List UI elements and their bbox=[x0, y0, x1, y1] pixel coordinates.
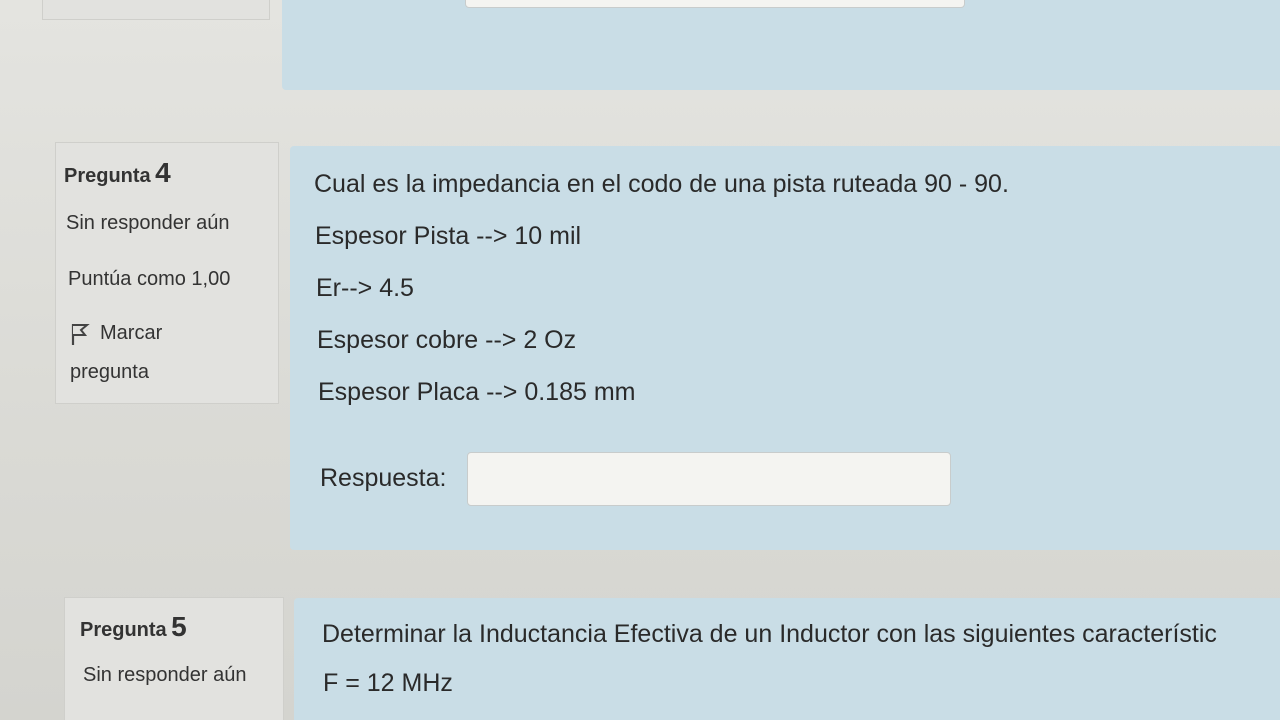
question-line-er: Er--> 4.5 bbox=[316, 274, 414, 302]
question-number-value: 4 bbox=[155, 157, 171, 188]
question-line-trace-thickness: Espesor Pista --> 10 mil bbox=[315, 222, 582, 250]
question-grade: Puntúa como 1,00 bbox=[68, 268, 231, 290]
question-line-copper-thickness: Espesor cobre --> 2 Oz bbox=[317, 326, 577, 354]
quiz-page: Pregunta 4 Sin responder aún Puntúa como… bbox=[0, 0, 1280, 720]
answer-label: Respuesta: bbox=[320, 464, 447, 492]
question-line-frequency: F = 12 MHz bbox=[323, 669, 453, 697]
question-5-content: Determinar la Inductancia Efectiva de un… bbox=[294, 598, 1280, 720]
flag-label-line-2[interactable]: pregunta bbox=[70, 361, 149, 384]
question-line-board-thickness: Espesor Placa --> 0.185 mm bbox=[318, 378, 636, 406]
question-number: Pregunta 4 bbox=[64, 157, 171, 189]
question-text: Determinar la Inductancia Efectiva de un… bbox=[322, 620, 1217, 648]
question-label: Pregunta bbox=[64, 165, 151, 187]
flag-question-button[interactable]: Marcar bbox=[70, 322, 270, 345]
question-state: Sin responder aún bbox=[66, 212, 230, 234]
previous-question-info bbox=[42, 0, 270, 20]
flag-icon bbox=[70, 322, 90, 345]
previous-answer-input[interactable] bbox=[465, 0, 965, 8]
question-text: Cual es la impedancia en el codo de una … bbox=[314, 170, 1009, 198]
question-number-value: 5 bbox=[171, 611, 187, 642]
previous-question-content bbox=[282, 0, 1280, 90]
flag-label-line-1: Marcar bbox=[100, 322, 163, 344]
question-4-info: Pregunta 4 Sin responder aún Puntúa como… bbox=[55, 142, 279, 404]
question-4-content: Cual es la impedancia en el codo de una … bbox=[290, 146, 1280, 550]
question-state: Sin responder aún bbox=[83, 664, 247, 686]
question-number: Pregunta 5 bbox=[80, 611, 187, 643]
answer-input[interactable] bbox=[467, 452, 951, 506]
question-label: Pregunta bbox=[80, 619, 167, 641]
question-5-info: Pregunta 5 Sin responder aún bbox=[64, 597, 284, 720]
